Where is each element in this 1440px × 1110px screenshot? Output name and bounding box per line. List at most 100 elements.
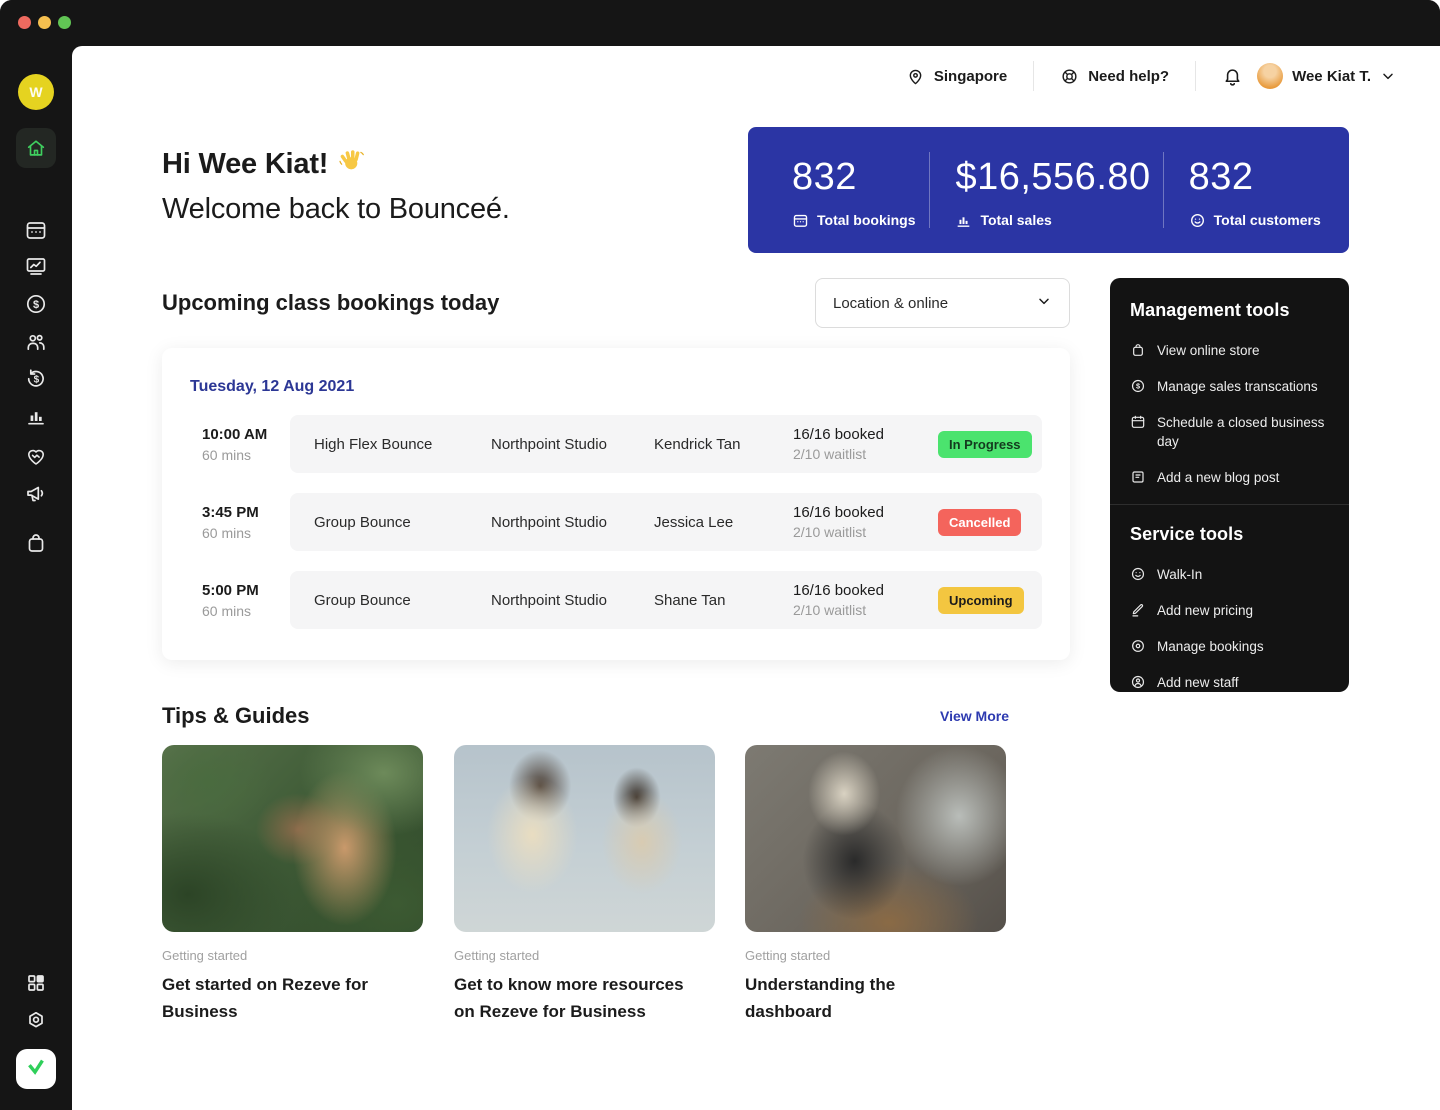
booking-capacity: 16/16 booked 2/10 waitlist	[793, 504, 938, 540]
tool-manage-sales-transactions[interactable]: $ Manage sales transcations	[1130, 377, 1329, 396]
management-tools-title: Management tools	[1130, 300, 1329, 321]
tips-card-category: Getting started	[745, 948, 1006, 963]
location-selector[interactable]: Singapore	[906, 67, 1007, 86]
sidebar-item-home[interactable]	[16, 128, 56, 168]
sidebar-item-settings[interactable]	[24, 1009, 48, 1033]
svg-text:$: $	[33, 299, 39, 311]
chevron-down-icon	[1036, 293, 1052, 313]
tool-add-new-staff[interactable]: Add new staff	[1130, 673, 1329, 692]
sidebar-item-schedule[interactable]	[24, 218, 48, 242]
smiley-icon	[1130, 565, 1146, 582]
tool-view-online-store[interactable]: View online store	[1130, 341, 1329, 360]
tool-add-new-pricing[interactable]: Add new pricing	[1130, 601, 1329, 620]
tools-divider	[1110, 504, 1349, 505]
booking-instructor: Kendrick Tan	[654, 436, 793, 453]
sidebar: W $ $	[0, 46, 72, 1110]
view-more-link[interactable]: View More	[940, 708, 1009, 724]
status-badge: Cancelled	[938, 509, 1021, 536]
booking-row[interactable]: 5:00 PM 60 mins Group Bounce Northpoint …	[202, 571, 1042, 629]
help-label: Need help?	[1088, 68, 1169, 85]
booking-time: 3:45 PM 60 mins	[202, 504, 290, 541]
status-badge: In Progress	[938, 431, 1032, 458]
partnership-icon	[24, 444, 48, 468]
transactions-icon: $	[24, 367, 48, 391]
booking-class-name: Group Bounce	[314, 592, 491, 609]
sidebar-item-customers[interactable]	[24, 330, 48, 354]
bell-icon	[1222, 66, 1243, 87]
notifications-button[interactable]	[1222, 66, 1243, 87]
user-avatar	[1257, 63, 1283, 89]
home-icon	[25, 137, 47, 159]
window-controls	[18, 16, 71, 29]
stat-label: Total customers	[1214, 212, 1321, 228]
tips-section-title: Tips & Guides	[162, 703, 310, 729]
stat-total-customers: 832 Total customers	[1164, 152, 1349, 229]
booking-row[interactable]: 10:00 AM 60 mins High Flex Bounce Northp…	[202, 415, 1042, 473]
minimize-window-button[interactable]	[38, 16, 51, 29]
sidebar-item-store[interactable]	[24, 531, 48, 555]
header-divider	[1195, 61, 1196, 91]
booking-time: 5:00 PM 60 mins	[202, 582, 290, 619]
wave-emoji-icon	[337, 146, 365, 182]
sidebar-item-apps[interactable]	[24, 971, 48, 995]
top-header: Singapore Need help? Wee Kiat T.	[906, 58, 1396, 94]
pricing-icon: $	[24, 292, 48, 316]
sidebar-item-analytics[interactable]	[24, 254, 48, 278]
close-window-button[interactable]	[18, 16, 31, 29]
blog-icon	[1130, 468, 1146, 485]
header-divider	[1033, 61, 1034, 91]
sidebar-item-marketing[interactable]	[24, 481, 48, 505]
tool-schedule-closed-day[interactable]: Schedule a closed business day	[1130, 413, 1329, 451]
tool-add-blog-post[interactable]: Add a new blog post	[1130, 468, 1329, 487]
user-name: Wee Kiat T.	[1292, 68, 1371, 85]
sidebar-item-reports[interactable]	[24, 404, 48, 428]
window-titlebar	[0, 0, 1440, 46]
status-badge: Upcoming	[938, 587, 1024, 614]
booking-details: High Flex Bounce Northpoint Studio Kendr…	[290, 415, 1042, 473]
stat-value: $16,556.80	[955, 156, 1162, 199]
booking-details: Group Bounce Northpoint Studio Jessica L…	[290, 493, 1042, 551]
location-filter-dropdown[interactable]: Location & online	[815, 278, 1070, 328]
megaphone-icon	[24, 481, 48, 505]
calendar-icon	[24, 218, 48, 242]
booking-details: Group Bounce Northpoint Studio Shane Tan…	[290, 571, 1042, 629]
filter-value: Location & online	[833, 295, 948, 312]
pencil-icon	[1130, 601, 1146, 618]
help-button[interactable]: Need help?	[1060, 67, 1169, 86]
help-lifebuoy-icon	[1060, 67, 1079, 86]
booking-class-name: Group Bounce	[314, 514, 491, 531]
location-pin-icon	[906, 67, 925, 86]
customers-icon	[24, 330, 48, 354]
tools-panel: Management tools View online store $ Man…	[1110, 278, 1349, 692]
sidebar-item-pricing[interactable]: $	[24, 292, 48, 316]
stat-total-sales: $16,556.80 Total sales	[930, 152, 1162, 229]
check-logo-icon	[24, 1055, 48, 1084]
tips-card-image	[162, 745, 423, 932]
calendar-icon	[1130, 413, 1146, 430]
person-icon	[1130, 673, 1146, 690]
bar-chart-icon	[955, 212, 972, 229]
target-icon	[1130, 637, 1146, 654]
tips-card-title: Understanding the dashboard	[745, 971, 975, 1025]
sidebar-item-transactions[interactable]: $	[24, 367, 48, 391]
tool-manage-bookings[interactable]: Manage bookings	[1130, 637, 1329, 656]
reports-icon	[24, 404, 48, 428]
booking-location: Northpoint Studio	[491, 436, 654, 453]
tips-card[interactable]: Getting started Get to know more resourc…	[454, 745, 715, 1025]
booking-location: Northpoint Studio	[491, 514, 654, 531]
tips-card-category: Getting started	[454, 948, 715, 963]
rezeve-logo[interactable]	[16, 1049, 56, 1089]
tool-walk-in[interactable]: Walk-In	[1130, 565, 1329, 584]
tips-card[interactable]: Getting started Get started on Rezeve fo…	[162, 745, 423, 1025]
workspace-avatar[interactable]: W	[18, 74, 54, 110]
stat-total-bookings: 832 Total bookings	[748, 152, 929, 229]
svg-text:$: $	[34, 375, 40, 386]
greeting-title: Hi Wee Kiat! 👋	[162, 146, 510, 182]
sidebar-item-partners[interactable]	[24, 444, 48, 468]
bookings-section-title: Upcoming class bookings today	[162, 290, 499, 316]
user-menu[interactable]: Wee Kiat T.	[1257, 63, 1396, 89]
booking-row[interactable]: 3:45 PM 60 mins Group Bounce Northpoint …	[202, 493, 1042, 551]
tips-card[interactable]: Getting started Understanding the dashbo…	[745, 745, 1006, 1025]
bookings-date-header: Tuesday, 12 Aug 2021	[190, 378, 354, 396]
zoom-window-button[interactable]	[58, 16, 71, 29]
